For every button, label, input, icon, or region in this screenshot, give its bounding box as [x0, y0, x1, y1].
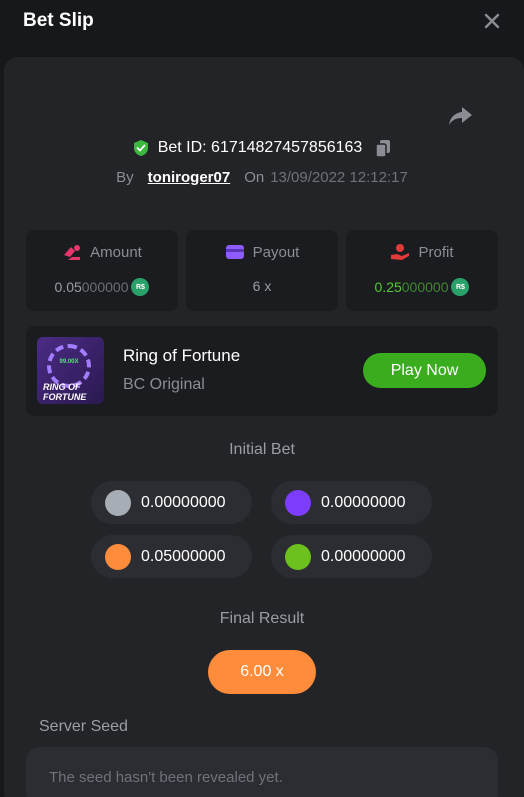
thumbnail-title-line-1: RING OF: [43, 382, 81, 392]
chip-value: 0.05000000: [141, 547, 226, 565]
game-thumbnail[interactable]: 99.00X RING OF FORTUNE: [37, 337, 104, 404]
final-result-badge: 6.00 x: [208, 650, 316, 694]
profit-card: Profit 0.25 000000 R$: [346, 230, 498, 311]
game-provider: BC Original: [123, 376, 205, 393]
close-icon[interactable]: [482, 11, 502, 31]
shield-check-icon: [133, 140, 148, 156]
server-seed-box: The seed hasn't been revealed yet.: [26, 747, 498, 797]
payout-icon: [225, 245, 244, 259]
amount-value: 0.05: [54, 279, 82, 295]
thumbnail-multiplier: 99.00X: [59, 359, 79, 365]
bet-chip: 0.00000000: [271, 481, 432, 524]
chip-color-icon: [105, 489, 131, 516]
bet-date: 13/09/2022 12:12:17: [270, 168, 408, 186]
share-icon[interactable]: [446, 104, 474, 128]
initial-bet-label: Initial Bet: [229, 441, 295, 458]
amount-label: Amount: [90, 243, 142, 261]
chip-value: 0.00000000: [321, 493, 406, 511]
bet-meta-row: By toniroger07 On 13/09/2022 12:12:17: [0, 166, 524, 188]
server-seed-label: Server Seed: [39, 718, 128, 735]
chip-color-icon: [285, 543, 311, 570]
amount-card: Amount 0.05 000000 R$: [26, 230, 178, 311]
bet-chip: 0.00000000: [271, 535, 432, 578]
game-card: 99.00X RING OF FORTUNE Ring of Fortune B…: [26, 326, 498, 416]
payout-label: Payout: [252, 243, 300, 261]
thumbnail-title-line-2: FORTUNE: [43, 392, 87, 402]
server-seed-text: The seed hasn't been revealed yet.: [49, 769, 283, 786]
chip-color-icon: [285, 489, 311, 516]
final-result-label: Final Result: [219, 610, 305, 627]
by-label: By: [116, 168, 134, 186]
payout-value: 6 x: [252, 278, 272, 294]
bet-chip: 0.00000000: [91, 481, 252, 524]
play-now-button[interactable]: Play Now: [363, 353, 486, 388]
chip-value: 0.00000000: [141, 493, 226, 511]
amount-icon: [64, 245, 81, 260]
profit-value: 0.25: [374, 279, 402, 295]
on-label: On: [244, 168, 265, 186]
bet-id: Bet ID: 61714827457856163: [157, 139, 363, 156]
bet-slip-header: Bet Slip: [0, 0, 524, 52]
profit-icon: [391, 244, 410, 260]
chip-color-icon: [105, 543, 131, 570]
payout-card: Payout 6 x: [186, 230, 338, 311]
profit-value-decimals: 000000: [401, 279, 449, 295]
chip-value: 0.00000000: [321, 547, 406, 565]
currency-coin-icon: R$: [451, 278, 470, 296]
page-title: Bet Slip: [23, 10, 94, 31]
bet-chip: 0.05000000: [91, 535, 252, 578]
bet-id-row: Bet ID: 61714827457856163: [0, 136, 524, 160]
profit-label: Profit: [418, 243, 454, 261]
amount-value-decimals: 000000: [81, 279, 129, 295]
username-link[interactable]: toniroger07: [148, 169, 231, 186]
game-name: Ring of Fortune: [123, 346, 241, 365]
currency-coin-icon: R$: [131, 278, 150, 296]
copy-icon[interactable]: [374, 138, 392, 158]
